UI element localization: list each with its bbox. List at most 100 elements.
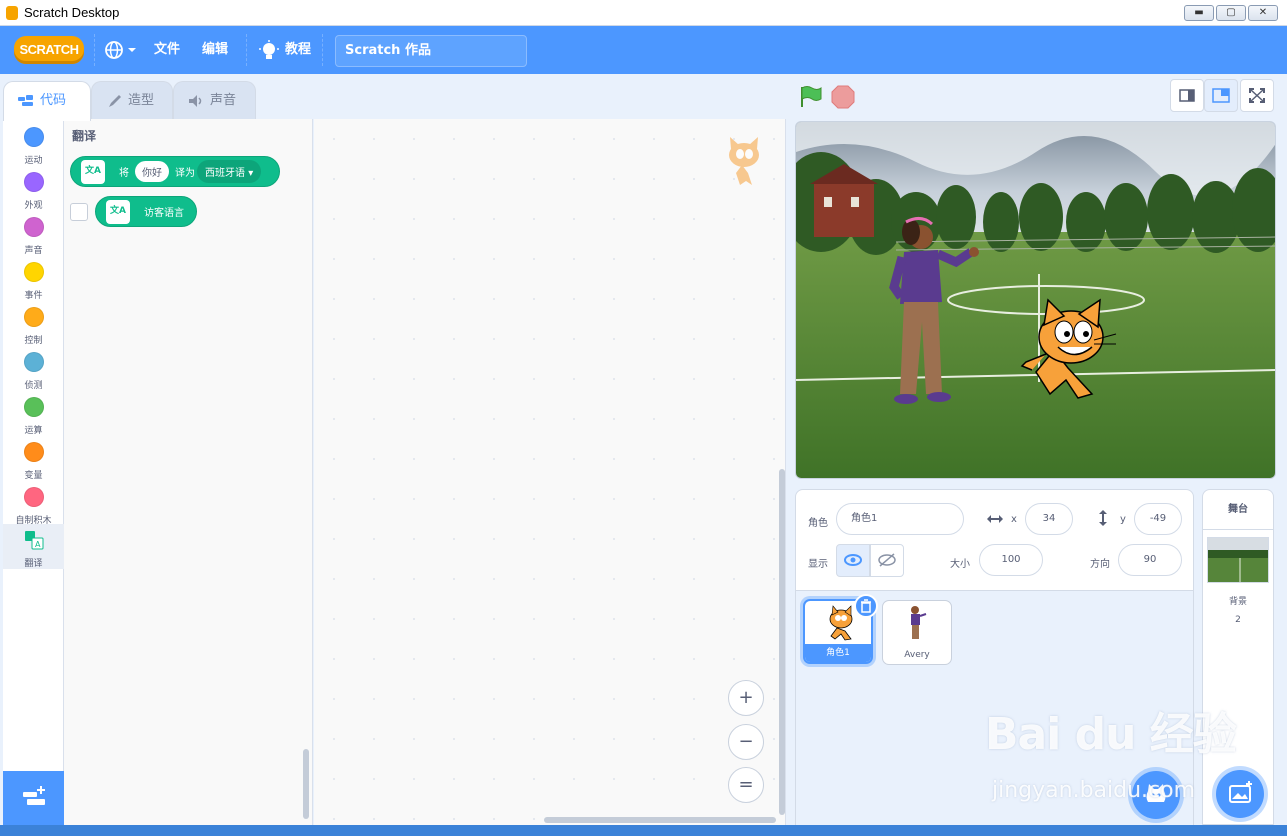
tab-sounds[interactable]: 声音: [173, 81, 256, 119]
language-dropdown[interactable]: 西班牙语 ▾: [197, 160, 262, 183]
file-menu[interactable]: 文件: [154, 26, 180, 74]
y-input[interactable]: -49: [1134, 503, 1182, 535]
my-blocks-dot-icon: [23, 487, 44, 507]
brush-icon: [109, 95, 121, 107]
sound-dot-icon: [23, 217, 44, 237]
x-label: x: [1011, 514, 1017, 525]
fullscreen-button[interactable]: [1240, 79, 1274, 112]
y-arrows-icon: [1096, 509, 1110, 531]
category-operators[interactable]: 运算: [3, 393, 64, 438]
delete-sprite-button[interactable]: [854, 594, 878, 618]
close-button[interactable]: ✕: [1248, 5, 1278, 21]
zoom-out-button[interactable]: −: [728, 724, 764, 760]
tutorials-menu[interactable]: 教程: [285, 26, 311, 74]
size-input[interactable]: 100: [979, 544, 1043, 576]
zoom-in-button[interactable]: +: [728, 680, 764, 716]
visitor-language-checkbox[interactable]: [70, 203, 88, 221]
category-sensing[interactable]: 侦测: [3, 348, 64, 393]
category-label: 变量: [24, 471, 43, 481]
svg-text:A: A: [35, 540, 41, 549]
palette-scrollbar[interactable]: [303, 749, 309, 819]
tab-code[interactable]: 代码: [3, 81, 91, 121]
text-input[interactable]: 你好: [135, 161, 169, 182]
sprite-name-input[interactable]: 角色1: [836, 503, 964, 535]
category-label: 外观: [24, 201, 43, 211]
show-hidden-button[interactable]: [870, 544, 904, 577]
category-label: 运算: [24, 426, 43, 436]
category-label: 翻译: [24, 559, 43, 569]
category-translate[interactable]: A 翻译: [3, 524, 64, 569]
show-label: 显示: [808, 559, 828, 570]
events-dot-icon: [23, 262, 44, 282]
translate-icon: A: [24, 531, 43, 550]
translate-block[interactable]: 文A 将 你好 译为 西班牙语 ▾: [70, 156, 280, 187]
stop-icon: [831, 85, 855, 109]
y-label: y: [1120, 514, 1126, 525]
small-stage-button[interactable]: [1170, 79, 1204, 112]
add-extension-button[interactable]: [3, 771, 64, 825]
category-looks[interactable]: 外观: [3, 168, 64, 213]
sprite-card-avery[interactable]: Avery: [882, 600, 952, 665]
category-menu: 运动 外观 声音 事件 控制 侦测 运算 变量 自制积木 A 翻译: [3, 119, 64, 771]
stage-canvas[interactable]: [795, 121, 1276, 479]
category-control[interactable]: 控制: [3, 303, 64, 348]
vertical-scrollbar[interactable]: [779, 469, 785, 815]
stage-pane-title: 舞台: [1203, 490, 1273, 530]
backdrops-label: 背景: [1228, 597, 1247, 607]
normal-stage-button[interactable]: [1204, 79, 1238, 112]
baidu-watermark: Bai du 经验: [985, 709, 1237, 760]
variables-dot-icon: [23, 442, 44, 462]
green-flag-button[interactable]: [799, 85, 823, 113]
stop-button[interactable]: [831, 85, 855, 113]
eye-hidden-icon: [878, 553, 896, 567]
taskbar-edge: [0, 825, 1287, 836]
maximize-button[interactable]: ▢: [1216, 5, 1246, 21]
chevron-down-icon: ▾: [248, 168, 254, 179]
trash-icon: [861, 599, 871, 613]
category-label: 运动: [24, 156, 43, 166]
category-label: 声音: [24, 246, 43, 256]
choose-backdrop-button[interactable]: [1216, 770, 1264, 818]
direction-input[interactable]: 90: [1118, 544, 1182, 576]
backdrop-thumbnail: [1207, 537, 1269, 583]
stage-selector-pane[interactable]: 舞台 背景 2: [1202, 489, 1274, 825]
code-icon: [18, 95, 33, 106]
zoom-reset-icon: =: [738, 774, 754, 795]
tab-costumes[interactable]: 造型: [91, 81, 173, 119]
category-sound[interactable]: 声音: [3, 213, 64, 258]
script-area[interactable]: + − =: [314, 119, 786, 825]
x-input[interactable]: 34: [1025, 503, 1073, 535]
translate-icon: 文A: [81, 159, 105, 184]
add-extension-icon: [23, 786, 45, 805]
direction-label: 方向: [1090, 559, 1110, 570]
zoom-reset-button[interactable]: =: [728, 767, 764, 803]
looks-dot-icon: [23, 172, 44, 192]
block-text-middle: 译为: [175, 168, 195, 179]
category-variables[interactable]: 变量: [3, 438, 64, 483]
scratch-logo[interactable]: SCRATCH: [14, 36, 84, 64]
category-my-blocks[interactable]: 自制积木: [3, 483, 64, 528]
zoom-out-icon: −: [738, 731, 754, 752]
backdrops-count: 2: [1235, 615, 1241, 625]
language-value: 西班牙语: [205, 168, 245, 179]
tab-sounds-label: 声音: [210, 93, 237, 108]
edit-menu[interactable]: 编辑: [202, 26, 228, 74]
minimize-button[interactable]: ▬: [1184, 5, 1214, 21]
backdrop-add-icon: [1229, 781, 1252, 803]
category-events[interactable]: 事件: [3, 258, 64, 303]
project-title-input[interactable]: Scratch 作品: [335, 35, 527, 67]
sprite-watermark-icon: [718, 135, 766, 191]
category-label: 侦测: [24, 381, 43, 391]
horizontal-scrollbar[interactable]: [544, 817, 776, 823]
sprite-card-name: 角色1: [805, 644, 871, 662]
visitor-language-block[interactable]: 文A 访客语言: [95, 196, 197, 227]
operators-dot-icon: [23, 397, 44, 417]
language-button[interactable]: [104, 39, 138, 65]
show-visible-button[interactable]: [836, 544, 870, 577]
window-title-bar: Scratch Desktop ▬ ▢ ✕: [0, 0, 1287, 26]
green-flag-icon: [801, 86, 822, 107]
category-motion[interactable]: 运动: [3, 123, 64, 168]
eye-icon: [844, 554, 862, 566]
category-label: 控制: [24, 336, 43, 346]
category-label: 事件: [24, 291, 43, 301]
